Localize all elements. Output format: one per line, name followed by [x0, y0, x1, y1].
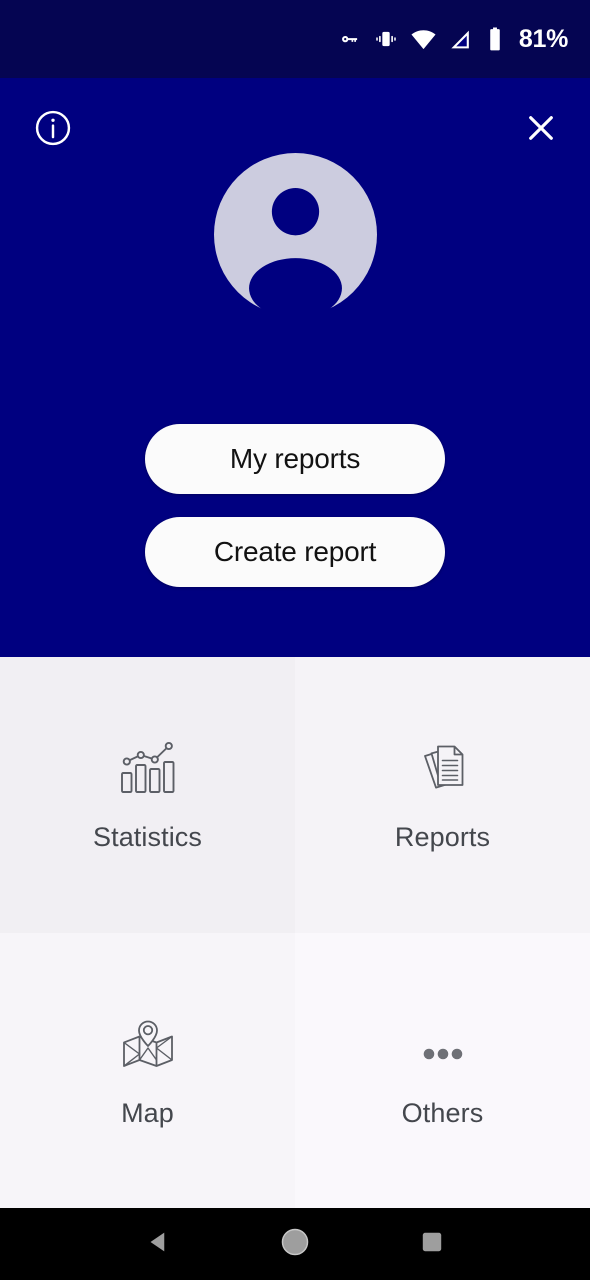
vibrate-icon: [373, 26, 399, 52]
documents-icon: [414, 736, 472, 796]
tile-reports[interactable]: Reports: [295, 657, 590, 933]
nav-home-button[interactable]: [267, 1216, 323, 1272]
my-reports-button[interactable]: My reports: [145, 424, 445, 494]
info-circle-icon: [32, 107, 74, 154]
battery-icon: [484, 26, 506, 52]
hero-action-buttons: My reports Create report: [0, 424, 590, 587]
profile-hero-panel: My reports Create report: [0, 78, 590, 657]
triangle-back-icon: [143, 1227, 173, 1262]
nav-recents-button[interactable]: [404, 1216, 460, 1272]
phone-screen: 81% My reports Create report Statistics …: [0, 0, 590, 1280]
status-bar: 81%: [0, 0, 590, 78]
cellular-signal-icon: [448, 27, 473, 52]
tile-map-label: Map: [121, 1097, 174, 1128]
tile-others[interactable]: Others: [295, 932, 590, 1208]
circle-home-icon: [279, 1226, 311, 1263]
bar-chart-icon: [117, 736, 179, 796]
tile-reports-label: Reports: [394, 822, 491, 853]
square-recents-icon: [419, 1229, 445, 1260]
feature-tile-grid: Statistics Reports Map Others: [0, 657, 590, 1208]
tile-map[interactable]: Map: [0, 932, 295, 1208]
hero-topbar: [0, 78, 590, 183]
battery-percentage: 81%: [518, 24, 568, 53]
close-button[interactable]: [518, 108, 564, 154]
more-dots-icon: [414, 1012, 472, 1072]
create-report-button[interactable]: Create report: [145, 517, 445, 587]
map-pin-icon: [120, 1012, 176, 1072]
info-button[interactable]: [30, 108, 76, 154]
vpn-key-icon: [336, 26, 362, 52]
android-navigation-bar: [0, 1208, 590, 1280]
nav-back-button[interactable]: [130, 1216, 186, 1272]
tile-statistics[interactable]: Statistics: [0, 657, 295, 933]
tile-others-label: Others: [401, 1097, 484, 1128]
tile-statistics-label: Statistics: [92, 822, 203, 853]
wifi-icon: [410, 26, 437, 53]
close-icon: [522, 109, 560, 152]
